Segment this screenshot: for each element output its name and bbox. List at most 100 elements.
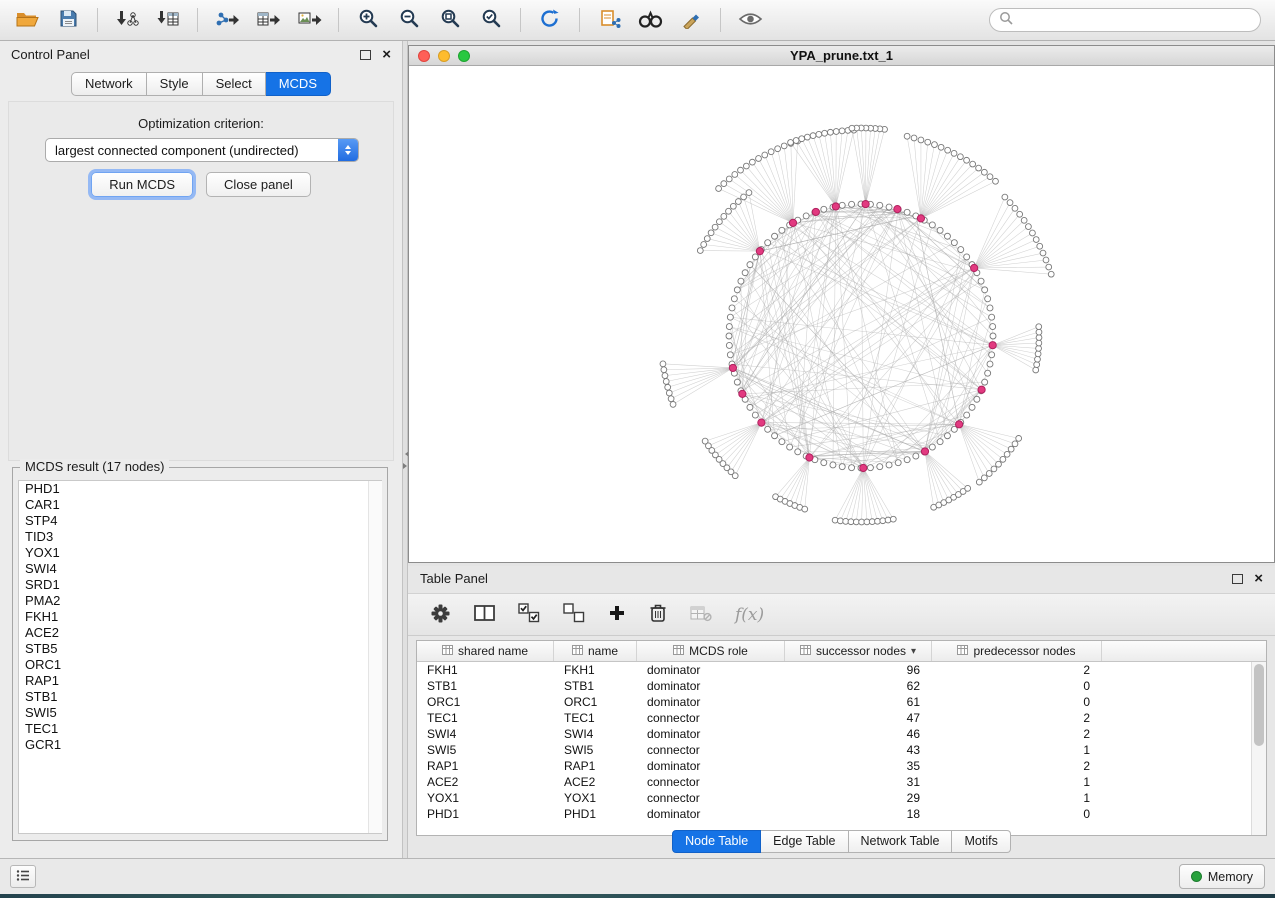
table-panel-title: Table Panel [420,571,488,586]
deselect-all-columns-button[interactable] [563,602,585,628]
list-item[interactable]: PMA2 [19,593,381,609]
float-panel-icon[interactable] [360,50,371,60]
export-table-button[interactable] [251,5,285,35]
list-item[interactable]: SWI5 [19,705,381,721]
list-item[interactable]: RAP1 [19,673,381,689]
criterion-dropdown-value: largest connected component (undirected) [46,143,338,158]
window-minimize-button[interactable] [438,50,450,62]
cell: 47 [785,710,932,726]
window-close-button[interactable] [418,50,430,62]
zoom-selected-button[interactable] [474,5,508,35]
delete-row-button[interactable] [649,602,667,628]
clone-network-button[interactable] [592,5,626,35]
column-header-name[interactable]: name [554,641,637,661]
table-toolbar: f(x) [408,593,1275,636]
scrollbar-thumb[interactable] [1254,664,1264,746]
window-zoom-button[interactable] [458,50,470,62]
select-all-columns-button[interactable] [518,602,540,628]
result-list-scrollbar[interactable] [368,481,382,833]
list-item[interactable]: SWI4 [19,561,381,577]
list-item[interactable]: GCR1 [19,737,381,753]
table-settings-button[interactable] [430,602,451,628]
list-item[interactable]: STP4 [19,513,381,529]
cell: 0 [932,678,1102,694]
network-canvas[interactable] [409,66,1274,563]
list-item[interactable]: SRD1 [19,577,381,593]
cell: 62 [785,678,932,694]
column-header-successor-nodes[interactable]: successor nodes▾ [785,641,932,661]
tab-select[interactable]: Select [203,72,266,96]
tab-style[interactable]: Style [147,72,203,96]
column-header-predecessor-nodes[interactable]: predecessor nodes [932,641,1102,661]
show-columns-button[interactable] [474,602,495,628]
list-item[interactable]: ACE2 [19,625,381,641]
tab-edge-table[interactable]: Edge Table [761,830,848,853]
close-panel-button[interactable]: Close panel [206,172,311,197]
list-item[interactable]: TEC1 [19,721,381,737]
close-panel-icon[interactable]: × [1254,571,1263,586]
search-box[interactable] [989,8,1261,32]
import-network-button[interactable] [110,5,144,35]
cell: RAP1 [417,758,554,774]
criterion-dropdown[interactable]: largest connected component (undirected) [45,138,359,162]
list-item[interactable]: CAR1 [19,497,381,513]
fx-icon: f(x) [735,605,764,625]
table-scrollbar[interactable] [1251,662,1266,835]
cell: 2 [932,726,1102,742]
import-table-button[interactable] [151,5,185,35]
tab-network[interactable]: Network [71,72,147,96]
list-item[interactable]: TID3 [19,529,381,545]
memory-status-icon [1191,871,1202,882]
paint-style-button[interactable] [674,5,708,35]
close-panel-icon[interactable]: × [382,47,391,62]
table-row[interactable]: SWI4SWI4dominator462 [417,726,1266,742]
list-item[interactable]: STB5 [19,641,381,657]
search-input[interactable] [1018,12,1251,29]
table-row[interactable]: FKH1FKH1dominator962 [417,662,1266,678]
list-item[interactable]: YOX1 [19,545,381,561]
tab-mcds[interactable]: MCDS [266,72,331,96]
tab-motifs[interactable]: Motifs [952,830,1010,853]
mcds-tab-content: Optimization criterion: largest connecte… [8,101,394,461]
table-row[interactable]: ACE2ACE2connector311 [417,774,1266,790]
run-mcds-button[interactable]: Run MCDS [91,172,193,197]
list-item[interactable]: STB1 [19,689,381,705]
export-network-button[interactable] [210,5,244,35]
refresh-view-button[interactable] [533,5,567,35]
export-network-icon [215,9,240,32]
network-window-titlebar[interactable]: YPA_prune.txt_1 [409,46,1274,66]
cell: dominator [637,806,785,822]
show-graphics-details-button[interactable] [733,5,767,35]
list-item[interactable]: FKH1 [19,609,381,625]
panel-menu-button[interactable] [10,865,36,888]
zoom-in-button[interactable] [351,5,385,35]
table-row[interactable]: STB1STB1dominator620 [417,678,1266,694]
cell: FKH1 [554,662,637,678]
cell: SWI4 [417,726,554,742]
table-row[interactable]: RAP1RAP1dominator352 [417,758,1266,774]
table-row[interactable]: PHD1PHD1dominator180 [417,806,1266,822]
table-row[interactable]: TEC1TEC1connector472 [417,710,1266,726]
list-item[interactable]: PHD1 [19,481,381,497]
table-row[interactable]: YOX1YOX1connector291 [417,790,1266,806]
add-row-button[interactable] [608,602,626,628]
zoom-out-button[interactable] [392,5,426,35]
zoom-fit-button[interactable] [433,5,467,35]
memory-button[interactable]: Memory [1179,864,1265,889]
export-image-button[interactable] [292,5,326,35]
refresh-icon [539,8,561,32]
tab-node-table[interactable]: Node Table [672,830,761,853]
search-network-button[interactable] [633,5,667,35]
open-file-button[interactable] [10,5,44,35]
table-row[interactable]: SWI5SWI5connector431 [417,742,1266,758]
list-item[interactable]: ORC1 [19,657,381,673]
cell: 2 [932,710,1102,726]
float-panel-icon[interactable] [1232,574,1243,584]
cell: connector [637,710,785,726]
column-header-mcds-role[interactable]: MCDS role [637,641,785,661]
import-table-disabled-button [690,602,712,628]
table-row[interactable]: ORC1ORC1dominator610 [417,694,1266,710]
column-header-shared-name[interactable]: shared name [417,641,554,661]
save-session-button[interactable] [51,5,85,35]
tab-network-table[interactable]: Network Table [849,830,953,853]
